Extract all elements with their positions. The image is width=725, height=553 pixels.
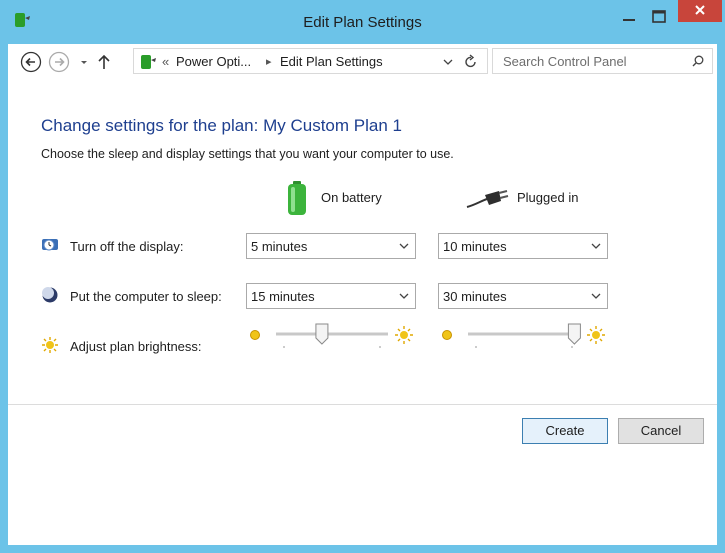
sleep-battery-select[interactable]: 15 minutes <box>246 283 416 309</box>
create-button[interactable]: Create <box>522 418 608 444</box>
address-dropdown-icon[interactable] <box>443 57 453 67</box>
search-input[interactable]: Search Control Panel <box>492 48 713 74</box>
chevron-down-icon <box>399 293 409 299</box>
display-timer-icon <box>42 239 58 251</box>
display-off-battery-select[interactable]: 5 minutes <box>246 233 416 259</box>
breadcrumb-power-options[interactable]: Power Opti... <box>176 54 251 69</box>
column-header-on-battery: On battery <box>321 190 382 205</box>
display-off-plugged-select[interactable]: 10 minutes <box>438 233 608 259</box>
title-bar: Edit Plan Settings <box>0 0 725 44</box>
power-options-icon <box>141 55 156 69</box>
column-header-plugged-in: Plugged in <box>517 190 579 205</box>
brightness-battery-slider[interactable] <box>246 320 416 350</box>
maximize-button[interactable] <box>648 6 670 28</box>
back-button[interactable] <box>20 51 42 73</box>
slider-thumb[interactable] <box>567 323 581 345</box>
search-placeholder: Search Control Panel <box>503 54 627 69</box>
slider-thumb[interactable] <box>315 323 329 345</box>
power-plug-icon <box>466 190 509 208</box>
selected-value: 5 minutes <box>251 239 308 254</box>
battery-icon <box>288 181 306 215</box>
row-label-computer-sleep: Put the computer to sleep: <box>70 289 222 304</box>
row-label-plan-brightness: Adjust plan brightness: <box>70 339 202 354</box>
minimize-button[interactable] <box>618 6 640 28</box>
refresh-icon[interactable] <box>462 53 480 71</box>
selected-value: 30 minutes <box>443 289 507 304</box>
brightness-plugged-slider[interactable] <box>438 320 608 350</box>
breadcrumb-edit-plan-settings[interactable]: Edit Plan Settings <box>280 54 383 69</box>
address-bar[interactable]: « Power Opti... ▸ Edit Plan Settings <box>133 48 488 74</box>
brightness-sun-icon <box>42 337 58 353</box>
selected-value: 15 minutes <box>251 289 315 304</box>
main-content: Change settings for the plan: My Custom … <box>8 80 717 545</box>
row-label-turn-off-display: Turn off the display: <box>70 239 184 254</box>
chevron-down-icon <box>591 243 601 249</box>
close-icon <box>695 5 705 15</box>
window-title: Edit Plan Settings <box>303 14 422 31</box>
search-icon[interactable] <box>692 55 704 67</box>
chevron-down-icon <box>591 293 601 299</box>
sleep-moon-icon <box>42 287 58 303</box>
recent-locations-dropdown[interactable] <box>73 51 95 73</box>
sleep-plugged-select[interactable]: 30 minutes <box>438 283 608 309</box>
cancel-button[interactable]: Cancel <box>618 418 704 444</box>
chevron-down-icon <box>399 243 409 249</box>
selected-value: 10 minutes <box>443 239 507 254</box>
close-button[interactable] <box>678 0 722 22</box>
forward-button[interactable] <box>48 51 70 73</box>
breadcrumb-separator[interactable]: ▸ <box>266 55 272 68</box>
divider <box>8 404 717 405</box>
window: Edit Plan Settings « Power Opti... ▸ Edi… <box>0 0 725 553</box>
navigation-bar: « Power Opti... ▸ Edit Plan Settings Sea… <box>8 44 717 80</box>
breadcrumb-overflow[interactable]: « <box>162 54 169 69</box>
page-description: Choose the sleep and display settings th… <box>41 147 454 161</box>
page-title: Change settings for the plan: My Custom … <box>41 116 402 135</box>
up-button[interactable] <box>93 51 115 73</box>
